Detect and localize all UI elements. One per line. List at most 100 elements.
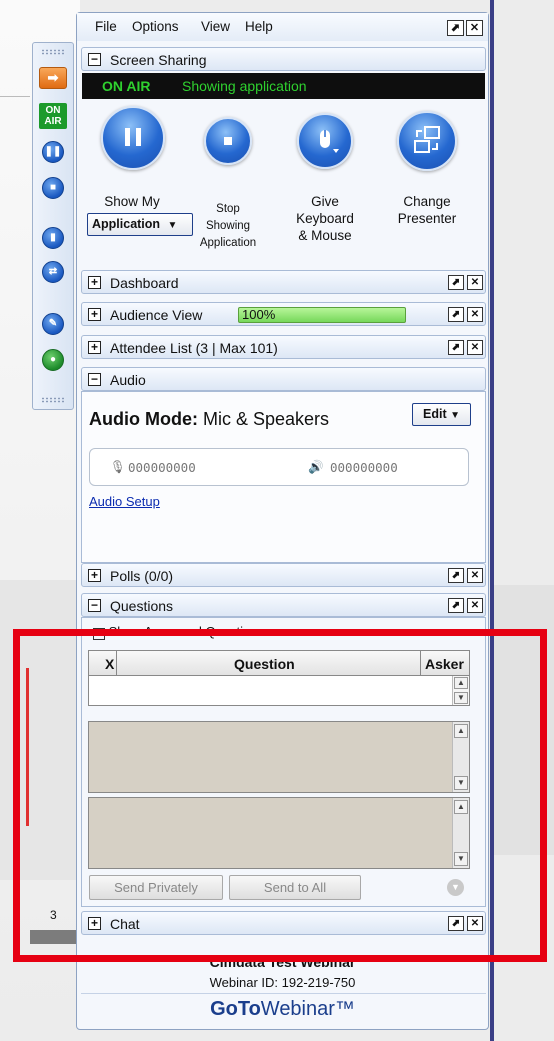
application-select[interactable]: Application ▼ [87, 213, 193, 236]
polls-title: Polls (0/0) [110, 568, 174, 584]
microphone-icon[interactable]: ● [42, 349, 64, 371]
attendee-list-header[interactable]: + Attendee List (3 | Max 101) ⬈ ✕ [81, 335, 486, 359]
grab-tab-toolbar[interactable]: ➡ ON AIR ❚❚ ■ ▮ ⇄ ✎ ● [32, 42, 74, 410]
chat-header[interactable]: + Chat ⬈ ✕ [81, 911, 486, 935]
onair-status: ON AIR [102, 78, 151, 94]
expand-icon[interactable]: + [88, 308, 101, 321]
chevron-down-icon: ▼ [167, 220, 178, 231]
answer-scrollbar[interactable]: ▲ ▼ [452, 798, 469, 868]
send-to-all-button[interactable]: Send to All [229, 875, 361, 900]
popout-icon[interactable]: ⬈ [448, 568, 464, 583]
popout-icon[interactable]: ⬈ [448, 598, 464, 613]
toolbar-grip-top[interactable] [41, 49, 65, 55]
change-label-line2: Presenter [397, 211, 457, 226]
audience-view-header[interactable]: + Audience View 100% ⬈ ✕ [81, 302, 486, 326]
close-icon[interactable]: ✕ [467, 916, 483, 931]
close-icon[interactable]: ✕ [467, 340, 483, 355]
menu-help[interactable]: Help [245, 19, 273, 34]
microphone-icon: 🎙 [110, 459, 126, 474]
pause-icon[interactable]: ❚❚ [42, 141, 64, 163]
popout-icon[interactable]: ⬈ [448, 307, 464, 322]
background-window-border [490, 0, 494, 1041]
screen-sharing-header[interactable]: − Screen Sharing [81, 47, 486, 71]
close-icon[interactable]: ✕ [467, 275, 483, 290]
application-select-label: Application [92, 217, 161, 231]
questions-header[interactable]: − Questions ⬈ ✕ [81, 593, 486, 617]
popout-icon[interactable]: ⬈ [448, 916, 464, 931]
pause-sharing-button[interactable] [101, 106, 165, 170]
background-band-right [494, 585, 554, 855]
mouse-icon[interactable]: ▮ [42, 227, 64, 249]
polls-header[interactable]: + Polls (0/0) ⬈ ✕ [81, 563, 486, 587]
mic-level: 000000000 [128, 460, 196, 475]
show-answered-checkbox[interactable]: ✕ [93, 628, 105, 640]
scroll-down-icon[interactable]: ▼ [454, 852, 468, 866]
footer-divider [81, 993, 486, 994]
change-presenter-icon[interactable]: ⇄ [42, 261, 64, 283]
questions-scrollbar[interactable]: ▲ ▼ [452, 676, 469, 705]
toolbar-grip-bottom[interactable] [41, 397, 65, 403]
display-scrollbar[interactable]: ▲ ▼ [452, 722, 469, 792]
question-display-area[interactable]: ▲ ▼ [88, 721, 470, 793]
change-presenter-icon [414, 126, 440, 153]
audio-edit-button[interactable]: Edit ▼ [412, 403, 471, 426]
collapse-icon[interactable]: − [88, 53, 101, 66]
stop-sharing-button[interactable] [204, 117, 252, 165]
arrow-icon[interactable]: ➡ [39, 67, 67, 89]
chevron-down-icon[interactable]: ▼ [447, 879, 464, 896]
scroll-up-icon[interactable]: ▲ [454, 724, 468, 738]
audience-view-percent: 100% [242, 307, 276, 322]
popout-icon[interactable]: ⬈ [448, 275, 464, 290]
menu-view[interactable]: View [201, 19, 230, 34]
col-divider [420, 651, 421, 675]
webinar-title: Cimdata Test Webinar [209, 954, 356, 970]
close-icon[interactable]: ✕ [466, 20, 483, 36]
chat-title: Chat [110, 916, 140, 932]
scroll-up-icon[interactable]: ▲ [454, 677, 468, 689]
scroll-down-icon[interactable]: ▼ [454, 776, 468, 790]
audio-setup-link[interactable]: Audio Setup [89, 494, 160, 509]
stop-sharing-label: Stop Showing Application [195, 201, 261, 252]
give-label-line2: Keyboard [296, 211, 354, 226]
expand-icon[interactable]: + [88, 276, 101, 289]
stop-label-line3: Application [199, 237, 257, 249]
background-red-marker [26, 668, 29, 826]
audio-mode-value: Mic & Speakers [203, 409, 330, 429]
close-icon[interactable]: ✕ [467, 307, 483, 322]
audio-header[interactable]: − Audio [81, 367, 486, 391]
send-privately-button[interactable]: Send Privately [89, 875, 223, 900]
stop-icon[interactable]: ■ [42, 177, 64, 199]
expand-icon[interactable]: + [88, 341, 101, 354]
background-window-edge [0, 96, 30, 136]
change-presenter-button[interactable] [397, 111, 457, 171]
answer-input-area[interactable]: ▲ ▼ [88, 797, 470, 869]
show-answered-row[interactable]: ✕ Show Answered Questions [93, 624, 264, 640]
change-label-line1: Change [403, 194, 451, 209]
drawing-icon[interactable]: ✎ [42, 313, 64, 335]
collapse-icon[interactable]: − [88, 599, 101, 612]
close-icon[interactable]: ✕ [467, 598, 483, 613]
expand-icon[interactable]: + [88, 569, 101, 582]
col-x[interactable]: X [105, 656, 114, 672]
col-asker[interactable]: Asker [425, 656, 464, 672]
desktop-background-right [490, 0, 554, 1041]
attendee-list-title: Attendee List (3 | Max 101) [110, 340, 278, 356]
background-strip [30, 930, 80, 944]
questions-list[interactable]: ▲ ▼ [88, 676, 470, 706]
logo-webinar: Webinar™ [260, 998, 355, 1020]
scroll-up-icon[interactable]: ▲ [454, 800, 468, 814]
col-question[interactable]: Question [234, 656, 295, 672]
collapse-icon[interactable]: − [88, 373, 101, 386]
dashboard-header[interactable]: + Dashboard ⬈ ✕ [81, 270, 486, 294]
give-keyboard-mouse-button[interactable] [297, 113, 353, 169]
showing-status: Showing application [182, 78, 307, 94]
scroll-down-icon[interactable]: ▼ [454, 692, 468, 704]
close-icon[interactable]: ✕ [467, 568, 483, 583]
expand-icon[interactable]: + [88, 917, 101, 930]
menu-options[interactable]: Options [132, 19, 179, 34]
onair-status-bar: ON AIR Showing application [82, 73, 485, 99]
popout-icon[interactable]: ⬈ [448, 340, 464, 355]
popout-icon[interactable]: ⬈ [447, 20, 464, 36]
menu-file[interactable]: File [95, 19, 117, 34]
gotowebinar-logo: GoToWebinar™ [77, 998, 488, 1021]
